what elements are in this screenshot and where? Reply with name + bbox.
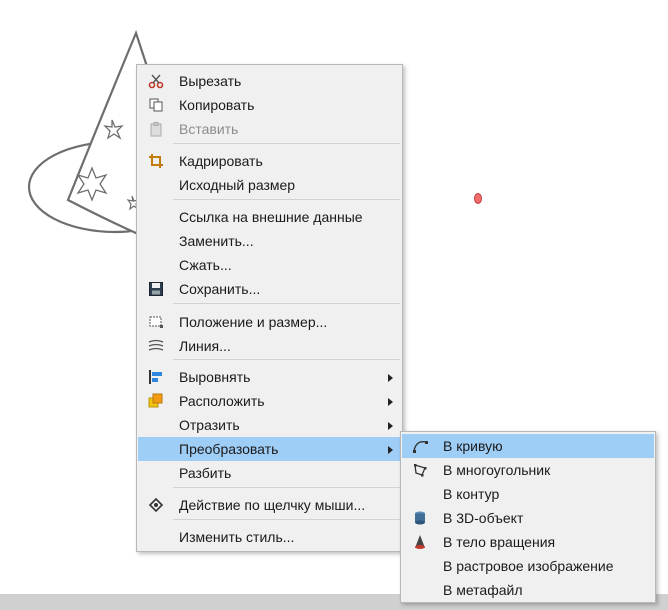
menu-item-label: Сохранить... [179, 281, 261, 297]
menu-item-replace[interactable]: Заменить... [138, 229, 401, 253]
menu-item-label: Выровнять [179, 369, 251, 385]
selection-handle[interactable] [474, 193, 482, 204]
menu-item-label: Действие по щелчку мыши... [179, 497, 366, 513]
arrange-icon [148, 393, 163, 408]
menu-item-arrange[interactable]: Расположить [138, 389, 401, 413]
context-menu: Вырезать Копировать Вставить Кадрировать… [136, 64, 403, 552]
floppy-disk-icon [149, 282, 163, 296]
menu-item-label: Преобразовать [179, 441, 279, 457]
submenu-item-to-contour[interactable]: В контур [402, 482, 654, 506]
menu-item-label: Сжать... [179, 257, 232, 273]
submenu-item-to-lathe[interactable]: В тело вращения [402, 530, 654, 554]
submenu-arrow-icon [388, 446, 393, 454]
menu-item-line[interactable]: Линия... [138, 334, 401, 358]
menu-item-label: Кадрировать [179, 153, 263, 169]
menu-item-interaction[interactable]: Действие по щелчку мыши... [138, 493, 401, 517]
menu-item-paste[interactable]: Вставить [138, 117, 401, 141]
menu-item-position-size[interactable]: Положение и размер... [138, 310, 401, 334]
menu-item-compress[interactable]: Сжать... [138, 253, 401, 277]
submenu-arrow-icon [388, 374, 393, 382]
menu-item-label: Линия... [179, 338, 231, 354]
copy-icon [149, 98, 163, 112]
submenu-item-to-polygon[interactable]: В многоугольник [402, 458, 654, 482]
convert-submenu: В кривую В многоугольник В контур В 3D-о… [400, 431, 656, 603]
menu-item-label: Расположить [179, 393, 265, 409]
menu-item-crop[interactable]: Кадрировать [138, 149, 401, 173]
menu-item-label: Вставить [179, 121, 239, 137]
menu-item-external-link[interactable]: Ссылка на внешние данные [138, 205, 401, 229]
interaction-icon [148, 497, 164, 513]
crop-icon [149, 154, 163, 168]
menu-separator [173, 143, 400, 144]
menu-separator [173, 303, 400, 304]
menu-item-cut[interactable]: Вырезать [138, 69, 401, 93]
menu-item-label: Исходный размер [179, 177, 296, 193]
menu-item-copy[interactable]: Копировать [138, 93, 401, 117]
menu-item-label: В тело вращения [443, 534, 556, 550]
align-icon [149, 370, 162, 384]
menu-item-label: В растровое изображение [443, 558, 614, 574]
scissors-icon [148, 74, 164, 89]
3d-object-icon [415, 511, 425, 525]
menu-item-label: Разбить [179, 465, 232, 481]
submenu-item-to-curve[interactable]: В кривую [402, 434, 654, 458]
menu-separator [173, 487, 400, 488]
submenu-item-to-3d[interactable]: В 3D-объект [402, 506, 654, 530]
menu-item-label: Заменить... [179, 233, 254, 249]
menu-item-label: В 3D-объект [443, 510, 524, 526]
menu-item-label: Отразить [179, 417, 240, 433]
position-size-icon [149, 316, 163, 328]
menu-item-label: Изменить стиль... [179, 529, 295, 545]
menu-item-label: Вырезать [179, 73, 242, 89]
menu-separator [173, 199, 400, 200]
menu-item-label: Положение и размер... [179, 314, 328, 330]
submenu-arrow-icon [388, 398, 393, 406]
line-style-icon [148, 339, 164, 351]
bezier-curve-icon [413, 441, 428, 453]
menu-item-label: В метафайл [443, 582, 523, 598]
menu-item-break[interactable]: Разбить [138, 461, 401, 485]
menu-item-original-size[interactable]: Исходный размер [138, 173, 401, 197]
menu-item-flip[interactable]: Отразить [138, 413, 401, 437]
menu-separator [173, 519, 400, 520]
submenu-item-to-bitmap[interactable]: В растровое изображение [402, 554, 654, 578]
menu-item-label: Копировать [179, 97, 255, 113]
menu-item-label: В контур [443, 486, 500, 502]
menu-item-save[interactable]: Сохранить... [138, 277, 401, 301]
paste-icon [150, 122, 162, 137]
menu-item-align[interactable]: Выровнять [138, 365, 401, 389]
polygon-icon [414, 464, 427, 477]
menu-separator [173, 359, 400, 360]
submenu-arrow-icon [388, 422, 393, 430]
menu-item-label: В кривую [443, 438, 503, 454]
menu-item-label: Ссылка на внешние данные [179, 209, 363, 225]
rotation-body-icon [415, 535, 425, 549]
menu-item-label: В многоугольник [443, 462, 551, 478]
menu-item-convert[interactable]: Преобразовать [138, 437, 401, 461]
menu-item-edit-style[interactable]: Изменить стиль... [138, 525, 401, 549]
submenu-item-to-metafile[interactable]: В метафайл [402, 578, 654, 602]
